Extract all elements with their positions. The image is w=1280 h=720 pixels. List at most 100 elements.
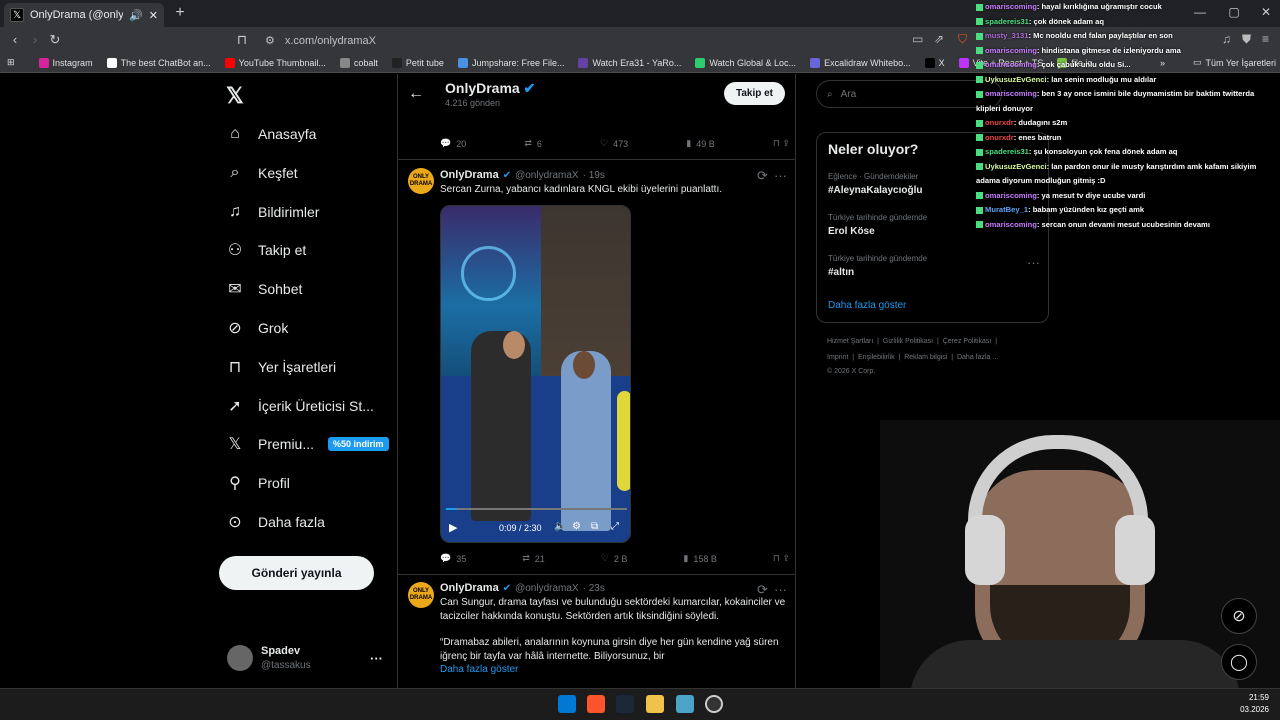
- address-bar[interactable]: ⚙ x.com/onlydramaX: [255, 30, 910, 51]
- pip-icon[interactable]: ⧉: [591, 521, 598, 532]
- trend-more-icon[interactable]: ···: [1027, 255, 1040, 270]
- apps-icon[interactable]: ⊞: [7, 57, 15, 68]
- messages-float-button[interactable]: ◯: [1221, 644, 1257, 680]
- video-player[interactable]: ▶ 0:09 / 2:30 🔈 ⚙ ⧉ ⤢: [440, 205, 631, 543]
- bookmark-item[interactable]: The best ChatBot an...: [106, 57, 211, 68]
- top-post-actions: 💬 20 ⇄ 6 ♡ 473 ▮ 49 B ⊓ ⇪: [440, 138, 790, 149]
- back-arrow-icon[interactable]: ←: [408, 85, 424, 103]
- bookmark-item[interactable]: Watch Global & Loc...: [695, 57, 796, 68]
- avatar[interactable]: [227, 645, 253, 671]
- sidebar-item[interactable]: ⌂ Anasayfa: [226, 120, 316, 148]
- obs-icon[interactable]: [705, 695, 723, 713]
- video-progress[interactable]: [446, 508, 627, 510]
- post-more-icon[interactable]: ···: [774, 168, 787, 183]
- sidebar-item[interactable]: 𝕏 Premiu... %50 indirim: [226, 430, 389, 458]
- search-input[interactable]: ⌕ Ara: [816, 80, 1002, 108]
- reload-icon[interactable]: ↻: [47, 32, 63, 48]
- bookmark-item[interactable]: Excalidraw Whitebo...: [810, 57, 911, 68]
- share-icon[interactable]: ⇗: [934, 32, 944, 46]
- tab-close-icon[interactable]: ✕: [149, 9, 158, 22]
- file-explorer-icon[interactable]: [646, 695, 664, 713]
- bookmark-item[interactable]: Watch Era31 - YaRo...: [578, 57, 681, 68]
- views-button[interactable]: ▮ 49 B: [686, 138, 714, 149]
- windows-start-icon[interactable]: [558, 695, 576, 713]
- like-button[interactable]: ♡ 2 B: [601, 553, 628, 564]
- forward-icon[interactable]: ›: [27, 32, 43, 48]
- bookmark-button[interactable]: ⊓ ⇪: [773, 553, 790, 564]
- bookmark-item[interactable]: X: [924, 57, 945, 68]
- cast-icon[interactable]: ▭: [912, 32, 923, 46]
- sidebar-item-label: Takip et: [258, 242, 307, 259]
- sidebar-item[interactable]: ➚ İçerik Üreticisi St...: [226, 392, 374, 420]
- trend-item[interactable]: #altın: [828, 267, 854, 278]
- trend-item[interactable]: #AleynaKalaycıoğlu: [828, 185, 922, 196]
- play-icon[interactable]: ▶: [449, 521, 457, 534]
- show-more-link[interactable]: Daha fazla göster: [440, 663, 518, 677]
- like-button[interactable]: ♡ 473: [600, 138, 628, 149]
- app-icon[interactable]: [676, 695, 694, 713]
- chat-username[interactable]: UykusuzEvGenci: [985, 162, 1047, 171]
- chat-username[interactable]: omariscoming: [985, 60, 1037, 69]
- bookmark-item[interactable]: Petit tube: [391, 57, 444, 68]
- sidebar-item[interactable]: ⊙ Daha fazla: [226, 508, 325, 536]
- bookmark-item[interactable]: YouTube Thumbnail...: [224, 57, 326, 68]
- brave-shield-icon[interactable]: ⛉: [958, 32, 967, 47]
- mail-icon: ✉: [228, 281, 242, 299]
- browser-tab[interactable]: 𝕏 OnlyDrama (@onlydramaX) / 🔊 ✕: [4, 3, 164, 27]
- follow-button[interactable]: Takip et: [724, 82, 785, 105]
- trends-show-more[interactable]: Daha fazla göster: [828, 300, 906, 311]
- post-more-icon[interactable]: ···: [774, 582, 787, 597]
- chat-username[interactable]: omariscoming: [985, 89, 1037, 98]
- sidebar-item[interactable]: ⊓ Yer İşaretleri: [226, 353, 336, 381]
- post-actions: 💬 35 ⇄ 21 ♡ 2 B ▮ 158 B ⊓ ⇪: [440, 553, 790, 564]
- bookmark-item[interactable]: Jumpshare: Free File...: [457, 57, 564, 68]
- chat-username[interactable]: MuratBey_1: [985, 205, 1028, 214]
- views-button[interactable]: ▮ 158 B: [683, 553, 716, 564]
- chat-username[interactable]: UykusuzEvGenci: [985, 75, 1047, 84]
- account-more-icon[interactable]: ···: [370, 651, 383, 666]
- posts-count: 4.216 gönderi: [445, 98, 501, 108]
- reply-button[interactable]: 💬 20: [440, 138, 466, 149]
- chat-username[interactable]: omariscoming: [985, 191, 1037, 200]
- sidebar-item[interactable]: ⚲ Profil: [226, 469, 290, 497]
- trend-item[interactable]: Erol Köse: [828, 226, 875, 237]
- x-favicon-icon: 𝕏: [10, 8, 24, 22]
- back-icon[interactable]: ‹: [7, 32, 23, 48]
- tab-audio-icon[interactable]: 🔊: [129, 9, 143, 22]
- bookmark-button[interactable]: ⊓ ⇪: [773, 138, 790, 149]
- chat-username[interactable]: musty_3131: [985, 31, 1028, 40]
- site-info-icon[interactable]: ⚙: [265, 34, 275, 47]
- settings-icon[interactable]: ⚙: [572, 521, 581, 532]
- chat-username[interactable]: omariscoming: [985, 46, 1037, 55]
- chat-username[interactable]: spadereis31: [985, 17, 1029, 26]
- repost-button[interactable]: ⇄ 21: [522, 553, 545, 564]
- x-logo-icon[interactable]: 𝕏: [226, 83, 244, 109]
- sidebar-item[interactable]: ⊘ Grok: [226, 314, 288, 342]
- steam-icon[interactable]: [616, 695, 634, 713]
- chat-username[interactable]: omariscoming: [985, 220, 1037, 229]
- post-button[interactable]: Gönderi yayınla: [219, 556, 374, 590]
- volume-icon[interactable]: 🔈: [554, 521, 566, 532]
- new-tab-button[interactable]: +: [170, 4, 190, 24]
- grok-float-button[interactable]: ⊘: [1221, 598, 1257, 634]
- chat-username[interactable]: omariscoming: [985, 2, 1037, 11]
- chat-username[interactable]: onurxdr: [985, 118, 1014, 127]
- post-avatar[interactable]: ONLY DRAMA: [408, 168, 434, 194]
- chat-username[interactable]: onurxdr: [985, 133, 1014, 142]
- chat-username[interactable]: spadereis31: [985, 147, 1029, 156]
- sidebar-item[interactable]: ♫ Bildirimler: [226, 198, 319, 226]
- bookmark-page-icon[interactable]: ⊓: [234, 32, 250, 48]
- verified-icon: ✔: [502, 582, 512, 594]
- sidebar-item[interactable]: ⌕ Keşfet: [226, 159, 298, 187]
- fullscreen-icon[interactable]: ⤢: [611, 521, 619, 532]
- chat-badge-icon: [976, 61, 983, 69]
- repost-button[interactable]: ⇄ 6: [524, 138, 542, 149]
- bookmark-item[interactable]: Instagram: [38, 57, 93, 68]
- sidebar-item[interactable]: ✉ Sohbet: [226, 275, 302, 303]
- bookmark-item[interactable]: cobalt: [339, 57, 378, 68]
- sidebar-item[interactable]: ⚇ Takip et: [226, 236, 306, 264]
- brave-icon[interactable]: [587, 695, 605, 713]
- reply-button[interactable]: 💬 35: [440, 553, 466, 564]
- grok-post-icon[interactable]: ⟳: [757, 168, 768, 184]
- post-avatar[interactable]: ONLY DRAMA: [408, 582, 434, 608]
